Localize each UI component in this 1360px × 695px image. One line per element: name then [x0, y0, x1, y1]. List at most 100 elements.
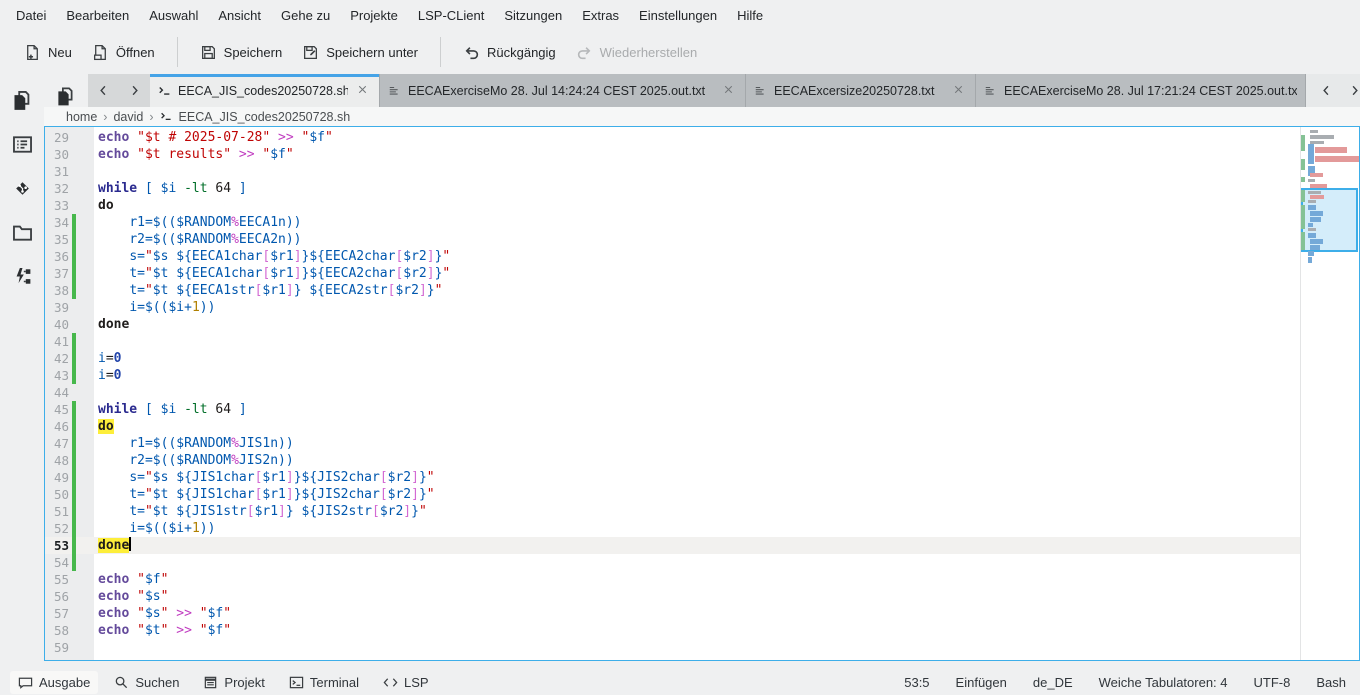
- undo-button[interactable]: Rückgängig: [453, 37, 566, 68]
- code-text: do: [76, 418, 114, 435]
- code-line-58[interactable]: 58echo "$t" >> "$f": [45, 622, 1300, 639]
- code-text: done: [76, 537, 131, 554]
- code-line-32[interactable]: 32while [ $i -lt 64 ]: [45, 180, 1300, 197]
- code-line-36[interactable]: 36 s="$s ${EECA1char[$r1]}${EECA2char[$r…: [45, 248, 1300, 265]
- line-number: 38: [45, 282, 69, 299]
- line-number: 39: [45, 299, 69, 316]
- code-line-42[interactable]: 42i=0: [45, 350, 1300, 367]
- code-line-38[interactable]: 38 t="$t ${EECA1str[$r1]} ${EECA2str[$r2…: [45, 282, 1300, 299]
- code-line-39[interactable]: 39 i=$(($i+1)): [45, 299, 1300, 316]
- line-number: 41: [45, 333, 69, 350]
- breadcrumb-file[interactable]: EECA_JIS_codes20250728.sh: [179, 110, 351, 124]
- insert-mode[interactable]: Einfügen: [956, 675, 1007, 690]
- minimap-mark: [1310, 135, 1334, 139]
- tab-1[interactable]: EECA_JIS_codes20250728.sh: [150, 74, 380, 107]
- toolbar-button-label: Neu: [48, 45, 72, 60]
- script-icon: [158, 84, 172, 98]
- tab-close-button[interactable]: [950, 83, 967, 99]
- code-line-45[interactable]: 45while [ $i -lt 64 ]: [45, 401, 1300, 418]
- menu-bearbeiten[interactable]: Bearbeiten: [56, 3, 139, 28]
- tab-2[interactable]: EECAExerciseMo 28. Jul 14:24:24 CEST 202…: [380, 74, 746, 107]
- folder-icon: [12, 222, 33, 243]
- code-area[interactable]: 29echo "$t # 2025-07-28" >> "$f"30echo "…: [45, 127, 1300, 660]
- code-line-46[interactable]: 46 do: [45, 418, 1300, 435]
- breadcrumb-segment[interactable]: david: [113, 110, 143, 124]
- code-line-29[interactable]: 29echo "$t # 2025-07-28" >> "$f": [45, 129, 1300, 146]
- code-line-41[interactable]: 41: [45, 333, 1300, 350]
- menu-ansicht[interactable]: Ansicht: [208, 3, 271, 28]
- tabs-scroll-right-button[interactable]: [1342, 79, 1360, 103]
- line-number: 46: [45, 418, 69, 435]
- code-line-35[interactable]: 35 r2=$(($RANDOM%EECA2n)): [45, 231, 1300, 248]
- code-line-50[interactable]: 50 t="$t ${JIS1char[$r1]}${JIS2char[$r2]…: [45, 486, 1300, 503]
- tab-label: EECA_JIS_codes20250728.sh: [178, 84, 348, 98]
- symbols-panel-button[interactable]: [2, 122, 42, 166]
- code-line-54[interactable]: 54: [45, 554, 1300, 571]
- encoding[interactable]: UTF-8: [1254, 675, 1291, 690]
- terminal-panel-button[interactable]: Terminal: [281, 671, 367, 694]
- code-line-44[interactable]: 44: [45, 384, 1300, 401]
- syntax-mode[interactable]: Bash: [1316, 675, 1346, 690]
- project-panel-button[interactable]: Projekt: [195, 671, 272, 694]
- menu-datei[interactable]: Datei: [6, 3, 56, 28]
- code-text: done: [76, 316, 129, 333]
- code-line-57[interactable]: 57echo "$s" >> "$f": [45, 605, 1300, 622]
- code-line-47[interactable]: 47 r1=$(($RANDOM%JIS1n)): [45, 435, 1300, 452]
- code-line-37[interactable]: 37 t="$t ${EECA1char[$r1]}${EECA2char[$r…: [45, 265, 1300, 282]
- tab-close-button[interactable]: [720, 83, 737, 99]
- output-panel-button[interactable]: Ausgabe: [10, 671, 98, 694]
- cursor-position[interactable]: 53:5: [904, 675, 929, 690]
- code-line-43[interactable]: 43i=0: [45, 367, 1300, 384]
- menu-einstellungen[interactable]: Einstellungen: [629, 3, 727, 28]
- tab-mode[interactable]: Weiche Tabulatoren: 4: [1099, 675, 1228, 690]
- save-as-button[interactable]: Speichern unter: [292, 37, 428, 68]
- statusbar-button-label: Suchen: [135, 675, 179, 690]
- code-line-53[interactable]: 53done: [45, 537, 1300, 554]
- minimap-mark: [1310, 239, 1323, 244]
- code-text: [76, 163, 98, 180]
- code-line-33[interactable]: 33do: [45, 197, 1300, 214]
- menu-sitzungen[interactable]: Sitzungen: [494, 3, 572, 28]
- menu-extras[interactable]: Extras: [572, 3, 629, 28]
- menu-hilfe[interactable]: Hilfe: [727, 3, 773, 28]
- code-line-59[interactable]: 59: [45, 639, 1300, 656]
- menu-gehezu[interactable]: Gehe zu: [271, 3, 340, 28]
- documents-panel-button[interactable]: [2, 78, 42, 122]
- lsp-symbols-panel-button[interactable]: [2, 254, 42, 298]
- dictionary[interactable]: de_DE: [1033, 675, 1073, 690]
- code-line-40[interactable]: 40done: [45, 316, 1300, 333]
- code-line-52[interactable]: 52 i=$(($i+1)): [45, 520, 1300, 537]
- menu-auswahl[interactable]: Auswahl: [139, 3, 208, 28]
- lsp-panel-button[interactable]: LSP: [375, 671, 437, 694]
- tab-close-button[interactable]: [354, 83, 371, 99]
- new-button[interactable]: Neu: [14, 37, 82, 68]
- code-line-56[interactable]: 56echo "$s": [45, 588, 1300, 605]
- code-line-55[interactable]: 55echo "$f": [45, 571, 1300, 588]
- code-line-51[interactable]: 51 t="$t ${JIS1str[$r1]} ${JIS2str[$r2]}…: [45, 503, 1300, 520]
- code-line-49[interactable]: 49 s="$s ${JIS1char[$r1]}${JIS2char[$r2]…: [45, 469, 1300, 486]
- close-icon: [722, 83, 735, 96]
- code-line-34[interactable]: 34 r1=$(($RANDOM%EECA1n)): [45, 214, 1300, 231]
- minimap-mark: [1308, 257, 1312, 263]
- search-panel-button[interactable]: Suchen: [106, 671, 187, 694]
- minimap-scrollbar[interactable]: [1300, 127, 1359, 660]
- history-forward-button[interactable]: [119, 74, 150, 107]
- code-text: i=0: [76, 350, 121, 367]
- history-back-button[interactable]: [88, 74, 119, 107]
- menu-lspclient[interactable]: LSP-CLient: [408, 3, 494, 28]
- open-button[interactable]: Öffnen: [82, 37, 165, 68]
- menu-projekte[interactable]: Projekte: [340, 3, 408, 28]
- filesystem-panel-button[interactable]: [2, 210, 42, 254]
- line-number: 44: [45, 384, 69, 401]
- breadcrumb-segment[interactable]: home: [66, 110, 97, 124]
- tabs-scroll-left-button[interactable]: [1314, 79, 1338, 103]
- code-line-31[interactable]: 31: [45, 163, 1300, 180]
- code-line-48[interactable]: 48 r2=$(($RANDOM%JIS2n)): [45, 452, 1300, 469]
- code-line-30[interactable]: 30echo "$t results" >> "$f": [45, 146, 1300, 163]
- line-number: 54: [45, 554, 69, 571]
- git-panel-button[interactable]: [2, 166, 42, 210]
- tab-4[interactable]: EECAExerciseMo 28. Jul 17:21:24 CEST 202…: [976, 74, 1306, 107]
- save-button[interactable]: Speichern: [190, 37, 293, 68]
- line-number: 31: [45, 163, 69, 180]
- tab-3[interactable]: EECAExcersize20250728.txt: [746, 74, 976, 107]
